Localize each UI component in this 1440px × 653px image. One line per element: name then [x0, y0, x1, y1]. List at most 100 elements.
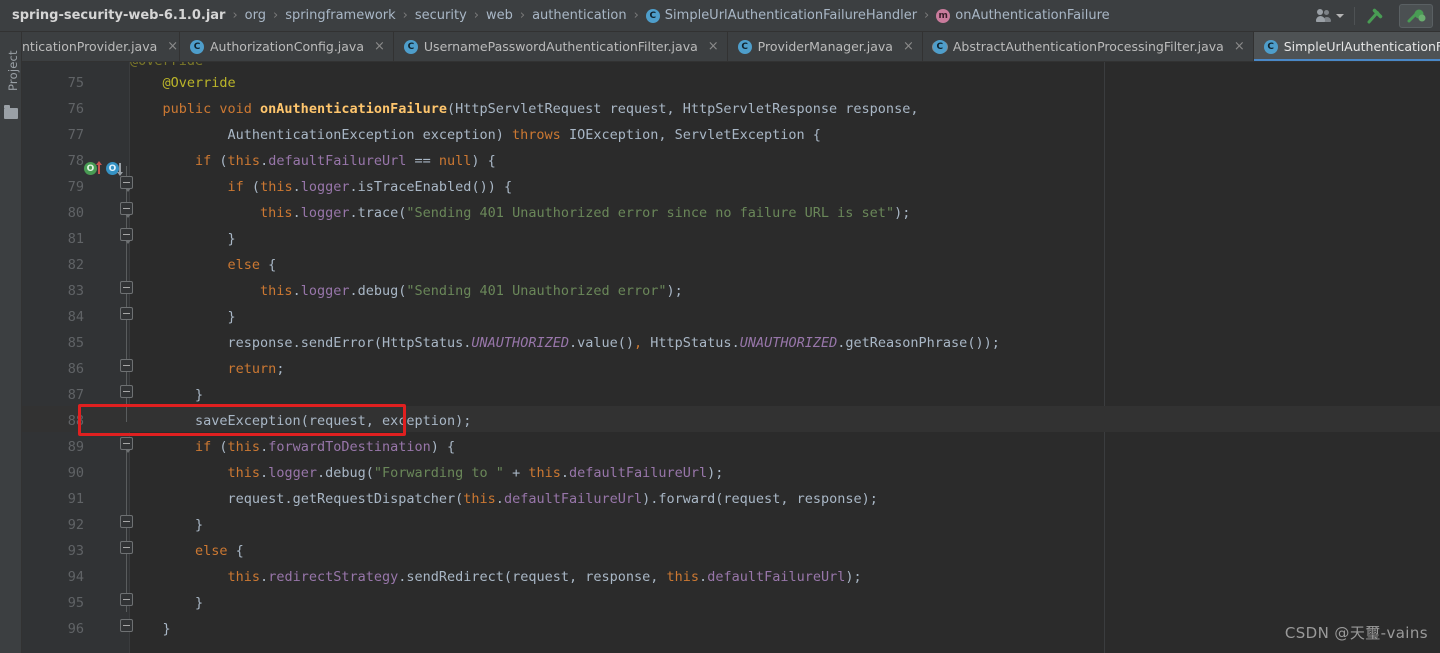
line-number: 90 — [67, 465, 84, 481]
code-line-87[interactable]: 87 } — [22, 382, 1440, 408]
editor-tab-username-password-authentication-filter[interactable]: C UsernamePasswordAuthenticationFilter.j… — [394, 32, 728, 61]
code-line-88[interactable]: 88 saveException(request, exception); — [22, 408, 1440, 434]
breadcrumb-separator: › — [272, 8, 279, 23]
code-line-85[interactable]: 85 response.sendError(HttpStatus.UNAUTHO… — [22, 330, 1440, 356]
code-text: request.getRequestDispatcher(this.defaul… — [130, 491, 878, 507]
line-number: 94 — [67, 569, 84, 585]
code-line-95[interactable]: 95 } — [22, 590, 1440, 616]
editor-tab-label: SimpleUrlAuthenticationFailureHandler.ja… — [1283, 39, 1440, 54]
breadcrumb-root[interactable]: spring-security-web-6.1.0.jar — [12, 8, 225, 23]
code-line-90[interactable]: 90 this.logger.debug("Forwarding to " + … — [22, 460, 1440, 486]
watermark: CSDN @天璽-vains — [1284, 624, 1428, 642]
code-line-82[interactable]: 82 else { — [22, 252, 1440, 278]
editor-tab-authorization-config[interactable]: C AuthorizationConfig.java × — [180, 32, 394, 61]
code-line-77[interactable]: 77 AuthenticationException exception) th… — [22, 122, 1440, 148]
line-number: 95 — [67, 595, 84, 611]
code-text: this.logger.debug("Sending 401 Unauthori… — [130, 283, 683, 299]
code-line-76[interactable]: @Override — [22, 70, 1440, 96]
close-icon[interactable]: × — [708, 39, 719, 54]
code-line-94[interactable]: 94 this.redirectStrategy.sendRedirect(re… — [22, 564, 1440, 590]
code-text: if (this.logger.isTraceEnabled()) { — [130, 179, 513, 195]
line-number: 82 — [67, 257, 84, 273]
code-text: else { — [130, 543, 244, 559]
code-line-93[interactable]: 93 else { — [22, 538, 1440, 564]
code-text: response.sendError(HttpStatus.UNAUTHORIZ… — [130, 335, 1000, 351]
editor-tab-bar: nticationProvider.java × C Authorization… — [22, 32, 1440, 62]
line-number: 79 — [67, 179, 84, 195]
line-number: 78 — [67, 153, 84, 169]
editor-tab-label: ProviderManager.java — [757, 39, 893, 54]
user-account-button[interactable] — [1309, 0, 1351, 31]
code-text: } — [130, 621, 171, 637]
line-number: 93 — [67, 543, 84, 559]
code-text: if (this.forwardToDestination) { — [130, 439, 456, 455]
class-icon: C — [737, 39, 752, 54]
code-text: if (this.defaultFailureUrl == null) { — [130, 153, 496, 169]
project-tool-window-button[interactable]: Project — [6, 31, 20, 91]
breadcrumb-separator: › — [519, 8, 526, 23]
breadcrumb-item-authentication[interactable]: authentication — [532, 8, 627, 23]
breadcrumb-item-method[interactable]: m onAuthenticationFailure — [936, 8, 1110, 23]
toolbar-right — [1309, 0, 1440, 31]
hammer-build-icon — [1367, 8, 1383, 23]
code-line-81[interactable]: 81 } — [22, 226, 1440, 252]
line-number: 86 — [67, 361, 84, 377]
breadcrumb-item-security[interactable]: security — [415, 8, 467, 23]
code-text: } — [130, 387, 204, 403]
code-line-78[interactable]: 78 if (this.defaultFailureUrl == null) { — [22, 148, 1440, 174]
editor-tab-label: AuthorizationConfig.java — [210, 39, 364, 54]
class-icon: C — [1263, 39, 1278, 54]
code-line-84[interactable]: 84 } — [22, 304, 1440, 330]
toolbar-divider — [1354, 6, 1355, 25]
folder-icon[interactable] — [4, 105, 18, 119]
close-icon[interactable]: × — [1234, 39, 1245, 54]
code-text: AuthenticationException exception) throw… — [130, 127, 821, 143]
code-line-86[interactable]: 86 return; — [22, 356, 1440, 382]
breadcrumb-method-label: onAuthenticationFailure — [955, 8, 1110, 23]
breadcrumb-item-web[interactable]: web — [486, 8, 513, 23]
chevron-down-icon — [1336, 13, 1344, 18]
code-text: this.logger.trace("Sending 401 Unauthori… — [130, 205, 911, 221]
line-number: 92 — [67, 517, 84, 533]
run-with-coverage-icon — [1407, 9, 1426, 22]
code-line-92[interactable]: 92 } — [22, 512, 1440, 538]
breadcrumb-bar: spring-security-web-6.1.0.jar › org › sp… — [0, 0, 1440, 32]
editor-tab-simple-url-authentication-failure-handler[interactable]: C SimpleUrlAuthenticationFailureHandler.… — [1253, 32, 1440, 61]
code-line-76-row[interactable]: 76 public void onAuthenticationFailure(H… — [22, 96, 1440, 122]
breadcrumb-item-class[interactable]: C SimpleUrlAuthenticationFailureHandler — [645, 8, 917, 23]
editor-tab-provider-manager[interactable]: C ProviderManager.java × — [728, 32, 923, 61]
code-line-89[interactable]: 89 if (this.forwardToDestination) { — [22, 434, 1440, 460]
editor-tab-abstract-authentication-processing-filter[interactable]: C AbstractAuthenticationProcessingFilter… — [923, 32, 1254, 61]
breadcrumb-separator: › — [402, 8, 408, 23]
code-text: } — [130, 517, 204, 533]
breadcrumb-item-springframework[interactable]: springframework — [285, 8, 395, 23]
code-line-80[interactable]: 80 this.logger.trace("Sending 401 Unauth… — [22, 200, 1440, 226]
run-with-settings-button[interactable] — [1392, 0, 1440, 31]
left-tool-strip: Project — [0, 32, 22, 653]
line-number: 76 — [67, 101, 84, 117]
abstract-class-icon: C — [932, 39, 947, 54]
class-icon: C — [645, 8, 660, 23]
line-number: 77 — [67, 127, 84, 143]
close-icon[interactable]: × — [903, 39, 914, 54]
code-text: this.logger.debug("Forwarding to " + thi… — [130, 465, 724, 481]
run-button-highlight[interactable] — [1399, 3, 1433, 28]
method-icon: m — [936, 8, 951, 23]
code-line-96[interactable]: 96 } — [22, 616, 1440, 642]
code-line-91[interactable]: 91 request.getRequestDispatcher(this.def… — [22, 486, 1440, 512]
editor-tab-label: UsernamePasswordAuthenticationFilter.jav… — [423, 39, 698, 54]
line-number: 87 — [67, 387, 84, 403]
people-icon — [1316, 8, 1332, 23]
close-icon[interactable]: × — [374, 39, 385, 54]
build-project-button[interactable] — [1358, 0, 1392, 31]
code-editor[interactable]: @Override O O 75 — [22, 62, 1440, 653]
line-number: 84 — [67, 309, 84, 325]
idea-window: spring-security-web-6.1.0.jar › org › sp… — [0, 0, 1440, 653]
breadcrumb-item-org[interactable]: org — [245, 8, 266, 23]
close-icon[interactable]: × — [167, 39, 178, 54]
breadcrumb-separator: › — [232, 8, 238, 23]
code-line-79[interactable]: 79 if (this.logger.isTraceEnabled()) { — [22, 174, 1440, 200]
line-number: 89 — [67, 439, 84, 455]
editor-tab-authentication-provider[interactable]: nticationProvider.java × — [22, 32, 180, 61]
code-line-83[interactable]: 83 this.logger.debug("Sending 401 Unauth… — [22, 278, 1440, 304]
